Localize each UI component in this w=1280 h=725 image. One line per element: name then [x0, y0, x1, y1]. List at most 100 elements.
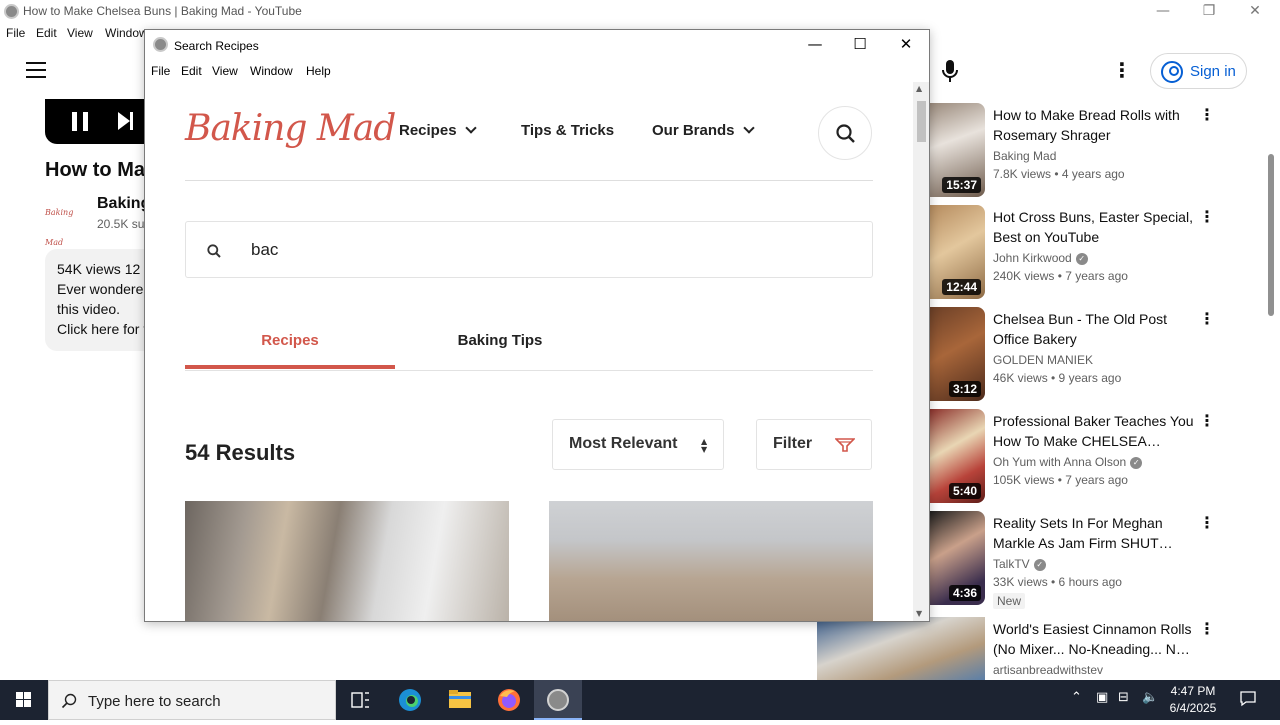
video-duration: 12:44	[942, 279, 981, 295]
nav-our-brands[interactable]: Our Brands	[652, 122, 755, 139]
taskbar-search[interactable]: Type here to search	[48, 680, 336, 720]
close-icon[interactable]: ✕	[883, 30, 929, 60]
description-line: Ever wondered	[57, 281, 152, 297]
description-line: Click here for t	[57, 321, 148, 337]
menu-file[interactable]: File	[151, 64, 170, 78]
channel-name: GOLDEN MANIEK	[993, 353, 1094, 367]
menu-help[interactable]: Help	[306, 64, 331, 78]
baking-mad-logo[interactable]: Baking Mad	[185, 108, 396, 149]
recommended-video[interactable]: 3:12 Chelsea Bun - The Old Post Office B…	[929, 307, 1229, 403]
windows-start-icon[interactable]	[0, 680, 48, 720]
chevron-down-icon	[464, 122, 477, 134]
window-titlebar[interactable]: Search Recipes — ☐ ✕	[145, 30, 929, 60]
menu-window[interactable]: Window	[105, 26, 148, 40]
firefox-icon[interactable]	[485, 680, 533, 720]
active-app-icon[interactable]	[534, 680, 582, 720]
scrollbar-thumb[interactable]	[917, 101, 926, 142]
scroll-down-icon[interactable]: ▼	[916, 609, 922, 618]
video-title[interactable]: Hot Cross Buns, Easter Special, Best on …	[993, 207, 1199, 247]
scroll-up-icon[interactable]: ▲	[916, 84, 922, 93]
recipe-card-image[interactable]	[549, 501, 873, 621]
maximize-icon[interactable]: ☐	[837, 30, 883, 60]
file-explorer-icon[interactable]	[436, 680, 484, 720]
menu-view[interactable]: View	[67, 26, 93, 40]
notifications-icon[interactable]	[1239, 689, 1257, 711]
sign-in-button[interactable]: Sign in	[1150, 53, 1247, 89]
more-options-icon[interactable]: ⋮	[1199, 309, 1215, 329]
sort-dropdown[interactable]: Most Relevant ▲ ▼	[552, 419, 724, 470]
video-meta: 46K views • 9 years ago	[993, 371, 1122, 385]
description-line: this video.	[57, 301, 121, 317]
channel-name: TalkTV ✓	[993, 557, 1046, 571]
minimize-icon[interactable]: —	[792, 30, 838, 60]
tab-baking-tips[interactable]: Baking Tips	[395, 332, 605, 369]
video-duration: 15:37	[942, 177, 981, 193]
menu-edit[interactable]: Edit	[181, 64, 202, 78]
recommended-video[interactable]: 15:37 How to Make Bread Rolls with Rosem…	[929, 103, 1229, 199]
search-recipes-window: Search Recipes — ☐ ✕ File Edit View Wind…	[144, 29, 930, 622]
video-title[interactable]: World's Easiest Cinnamon Rolls (No Mixer…	[993, 619, 1199, 659]
clock-date: 6/4/2025	[1169, 701, 1217, 715]
tab-recipes[interactable]: Recipes	[185, 332, 395, 369]
recipe-search-field[interactable]	[185, 221, 873, 278]
window-menubar: File Edit View Window Help	[145, 60, 929, 82]
pause-icon[interactable]	[72, 112, 88, 131]
edge-browser-icon[interactable]	[386, 680, 434, 720]
recommended-video[interactable]: 5:40 Professional Baker Teaches You How …	[929, 409, 1229, 505]
recommended-video[interactable]: 4:36 Reality Sets In For Meghan Markle A…	[929, 511, 1229, 609]
video-thumbnail[interactable]: 4:36	[929, 511, 985, 605]
channel-avatar[interactable]: Baking Mad	[45, 198, 85, 247]
channel-name[interactable]: Baking	[97, 195, 150, 213]
video-thumbnail[interactable]: 3:12	[929, 307, 985, 401]
search-button[interactable]	[818, 106, 872, 160]
nav-tips-tricks[interactable]: Tips & Tricks	[521, 122, 614, 139]
hamburger-menu-icon[interactable]	[26, 62, 46, 78]
menu-window[interactable]: Window	[250, 64, 293, 78]
verified-icon: ✓	[1075, 252, 1088, 265]
tray-device-icon[interactable]: ▣	[1096, 690, 1108, 705]
more-options-icon[interactable]: ⋮	[1199, 105, 1215, 125]
video-duration: 3:12	[948, 381, 981, 397]
video-thumbnail[interactable]: 12:44	[929, 205, 985, 299]
menu-edit[interactable]: Edit	[36, 26, 57, 40]
video-title[interactable]: Chelsea Bun - The Old Post Office Bakery	[993, 309, 1199, 349]
clock[interactable]: 4:47 PM 6/4/2025	[1158, 683, 1228, 717]
video-title[interactable]: Professional Baker Teaches You How To Ma…	[993, 411, 1199, 451]
filter-button[interactable]: Filter	[756, 419, 872, 470]
more-options-icon[interactable]: ⋮	[1112, 60, 1132, 82]
recommended-video[interactable]: 12:44 Hot Cross Buns, Easter Special, Be…	[929, 205, 1229, 301]
video-title[interactable]: How to Make Bread Rolls with Rosemary Sh…	[993, 105, 1199, 145]
video-thumbnail[interactable]: 5:40	[929, 409, 985, 503]
recipe-card-image[interactable]	[185, 501, 509, 621]
video-title: How to Mal	[45, 159, 151, 181]
subscriber-count: 20.5K su	[97, 217, 145, 231]
tray-chevron-icon[interactable]: ⌃	[1071, 690, 1082, 705]
search-input[interactable]	[251, 238, 811, 262]
video-duration: 5:40	[948, 483, 981, 499]
menu-file[interactable]: File	[6, 26, 25, 40]
more-options-icon[interactable]: ⋮	[1199, 513, 1215, 533]
window-scrollbar[interactable]: ▲ ▼	[913, 82, 929, 621]
video-thumbnail[interactable]: 15:37	[929, 103, 985, 197]
sign-in-label: Sign in	[1190, 63, 1236, 80]
chevron-down-icon	[742, 122, 755, 134]
microphone-icon[interactable]	[932, 53, 968, 89]
nav-recipes[interactable]: Recipes	[399, 122, 477, 139]
more-options-icon[interactable]: ⋮	[1199, 207, 1215, 227]
minimize-icon[interactable]: —	[1140, 0, 1186, 24]
network-icon[interactable]: ⊟	[1118, 690, 1129, 705]
more-options-icon[interactable]: ⋮	[1199, 411, 1215, 431]
sort-arrows-icon: ▲ ▼	[701, 437, 708, 454]
menu-view[interactable]: View	[212, 64, 238, 78]
new-badge: New	[993, 593, 1026, 609]
more-options-icon[interactable]: ⋮	[1199, 619, 1215, 639]
task-view-icon[interactable]	[336, 680, 384, 720]
video-thumbnail[interactable]	[817, 617, 985, 680]
window-title: Search Recipes	[174, 39, 259, 53]
close-icon[interactable]: ✕	[1232, 0, 1278, 24]
next-icon[interactable]	[118, 112, 133, 130]
video-title[interactable]: Reality Sets In For Meghan Markle As Jam…	[993, 513, 1199, 553]
volume-icon[interactable]: 🔈	[1142, 690, 1158, 705]
restore-icon[interactable]: ❐	[1186, 0, 1232, 24]
page-scrollbar[interactable]	[1268, 154, 1274, 316]
